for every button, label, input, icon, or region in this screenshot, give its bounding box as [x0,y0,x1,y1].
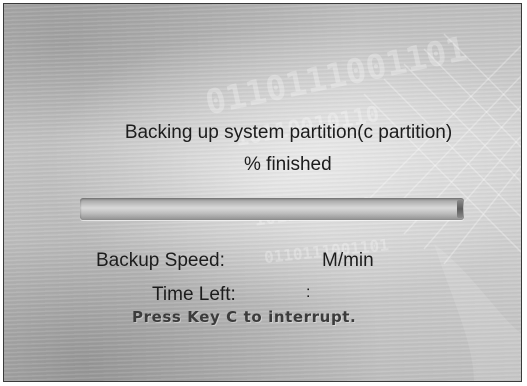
time-left-separator: : [306,284,311,301]
time-left-label: Time Left: [152,284,236,305]
backup-screen: 0110111001101 10110010110 10110010110 01… [3,3,522,382]
progress-percent-text: % finished [244,154,332,175]
progress-bar-endcap [457,200,463,218]
backup-title: Backing up system partition(c partition) [124,122,453,143]
backup-speed-unit: M/min [322,250,374,271]
progress-bar [80,198,464,220]
backup-speed-label: Backup Speed: [96,250,225,271]
interrupt-hint: Press Key C to interrupt. [132,308,357,326]
